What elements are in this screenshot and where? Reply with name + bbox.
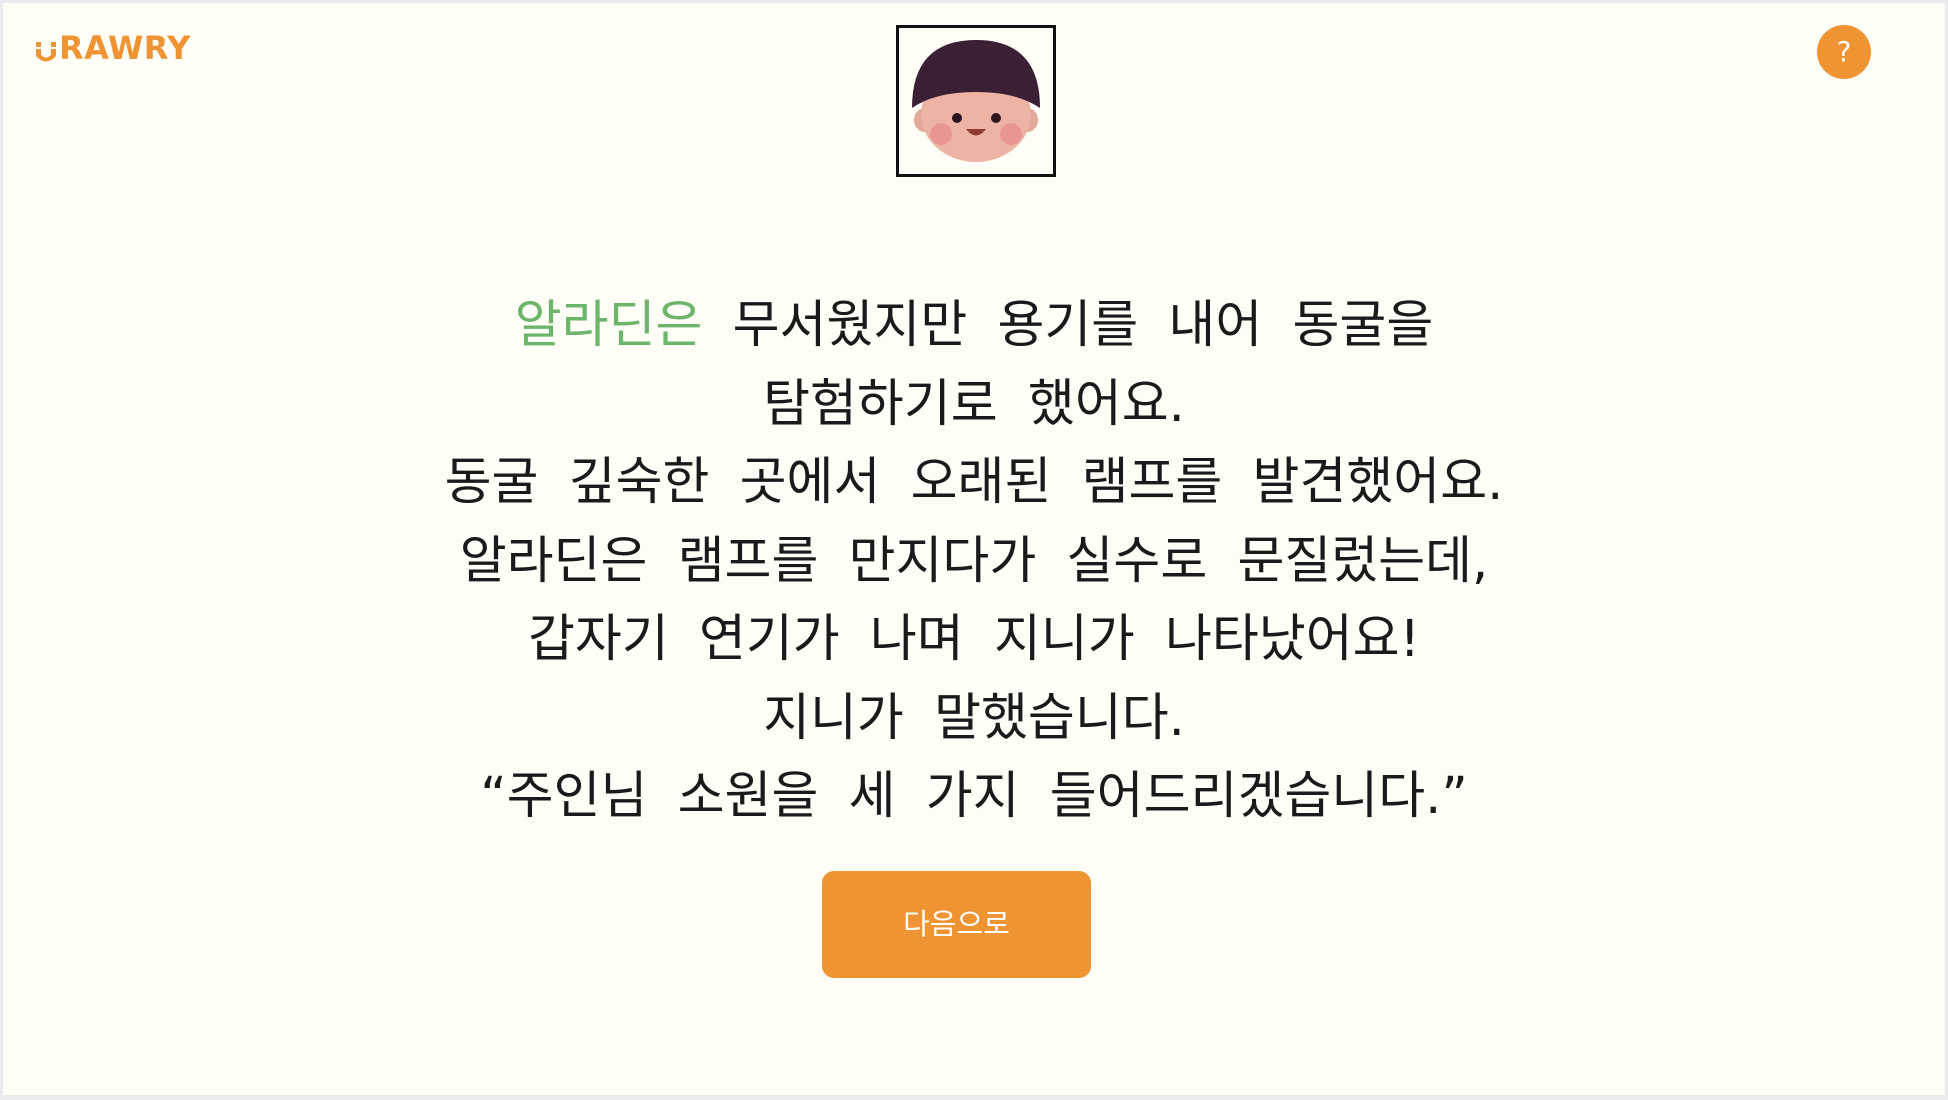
character-avatar (896, 25, 1056, 177)
next-button[interactable]: 다음으로 (822, 871, 1091, 978)
page: RAWRY ? 알라딘은 무서웠지만 용기를 내어 동굴을 탐험하기로 했어요.… (3, 3, 1945, 1095)
story-line-4: 알라딘은 램프를 만지다가 실수로 문질렀는데, (459, 531, 1489, 591)
smile-u-icon (35, 40, 57, 62)
help-button[interactable]: ? (1817, 25, 1871, 79)
brand-logo-text: RAWRY (59, 29, 191, 67)
story-line-1: 알라딘은 무서웠지만 용기를 내어 동굴을 (3, 287, 1945, 366)
story-line-5: 갑자기 연기가 나며 지니가 나타났어요! (527, 610, 1420, 669)
story-line-6: 지니가 말했습니다. (763, 688, 1185, 748)
story-line-7: “주인님 소원을 세 가지 들어드리겠습니다.” (480, 767, 1468, 826)
child-face-icon (912, 40, 1040, 162)
story-line-3: 동굴 깊숙한 곳에서 오래된 램프를 발견했어요. (444, 453, 1504, 512)
character-name-highlight: 알라딘은 (514, 296, 703, 355)
story-text: 알라딘은 무서웠지만 용기를 내어 동굴을 탐험하기로 했어요. 동굴 깊숙한 … (3, 287, 1945, 837)
story-line-2: 탐험하기로 했어요. (763, 374, 1185, 434)
brand-logo[interactable]: RAWRY (35, 29, 191, 67)
story-line-1-rest: 무서웠지만 용기를 내어 동굴을 (732, 296, 1434, 355)
